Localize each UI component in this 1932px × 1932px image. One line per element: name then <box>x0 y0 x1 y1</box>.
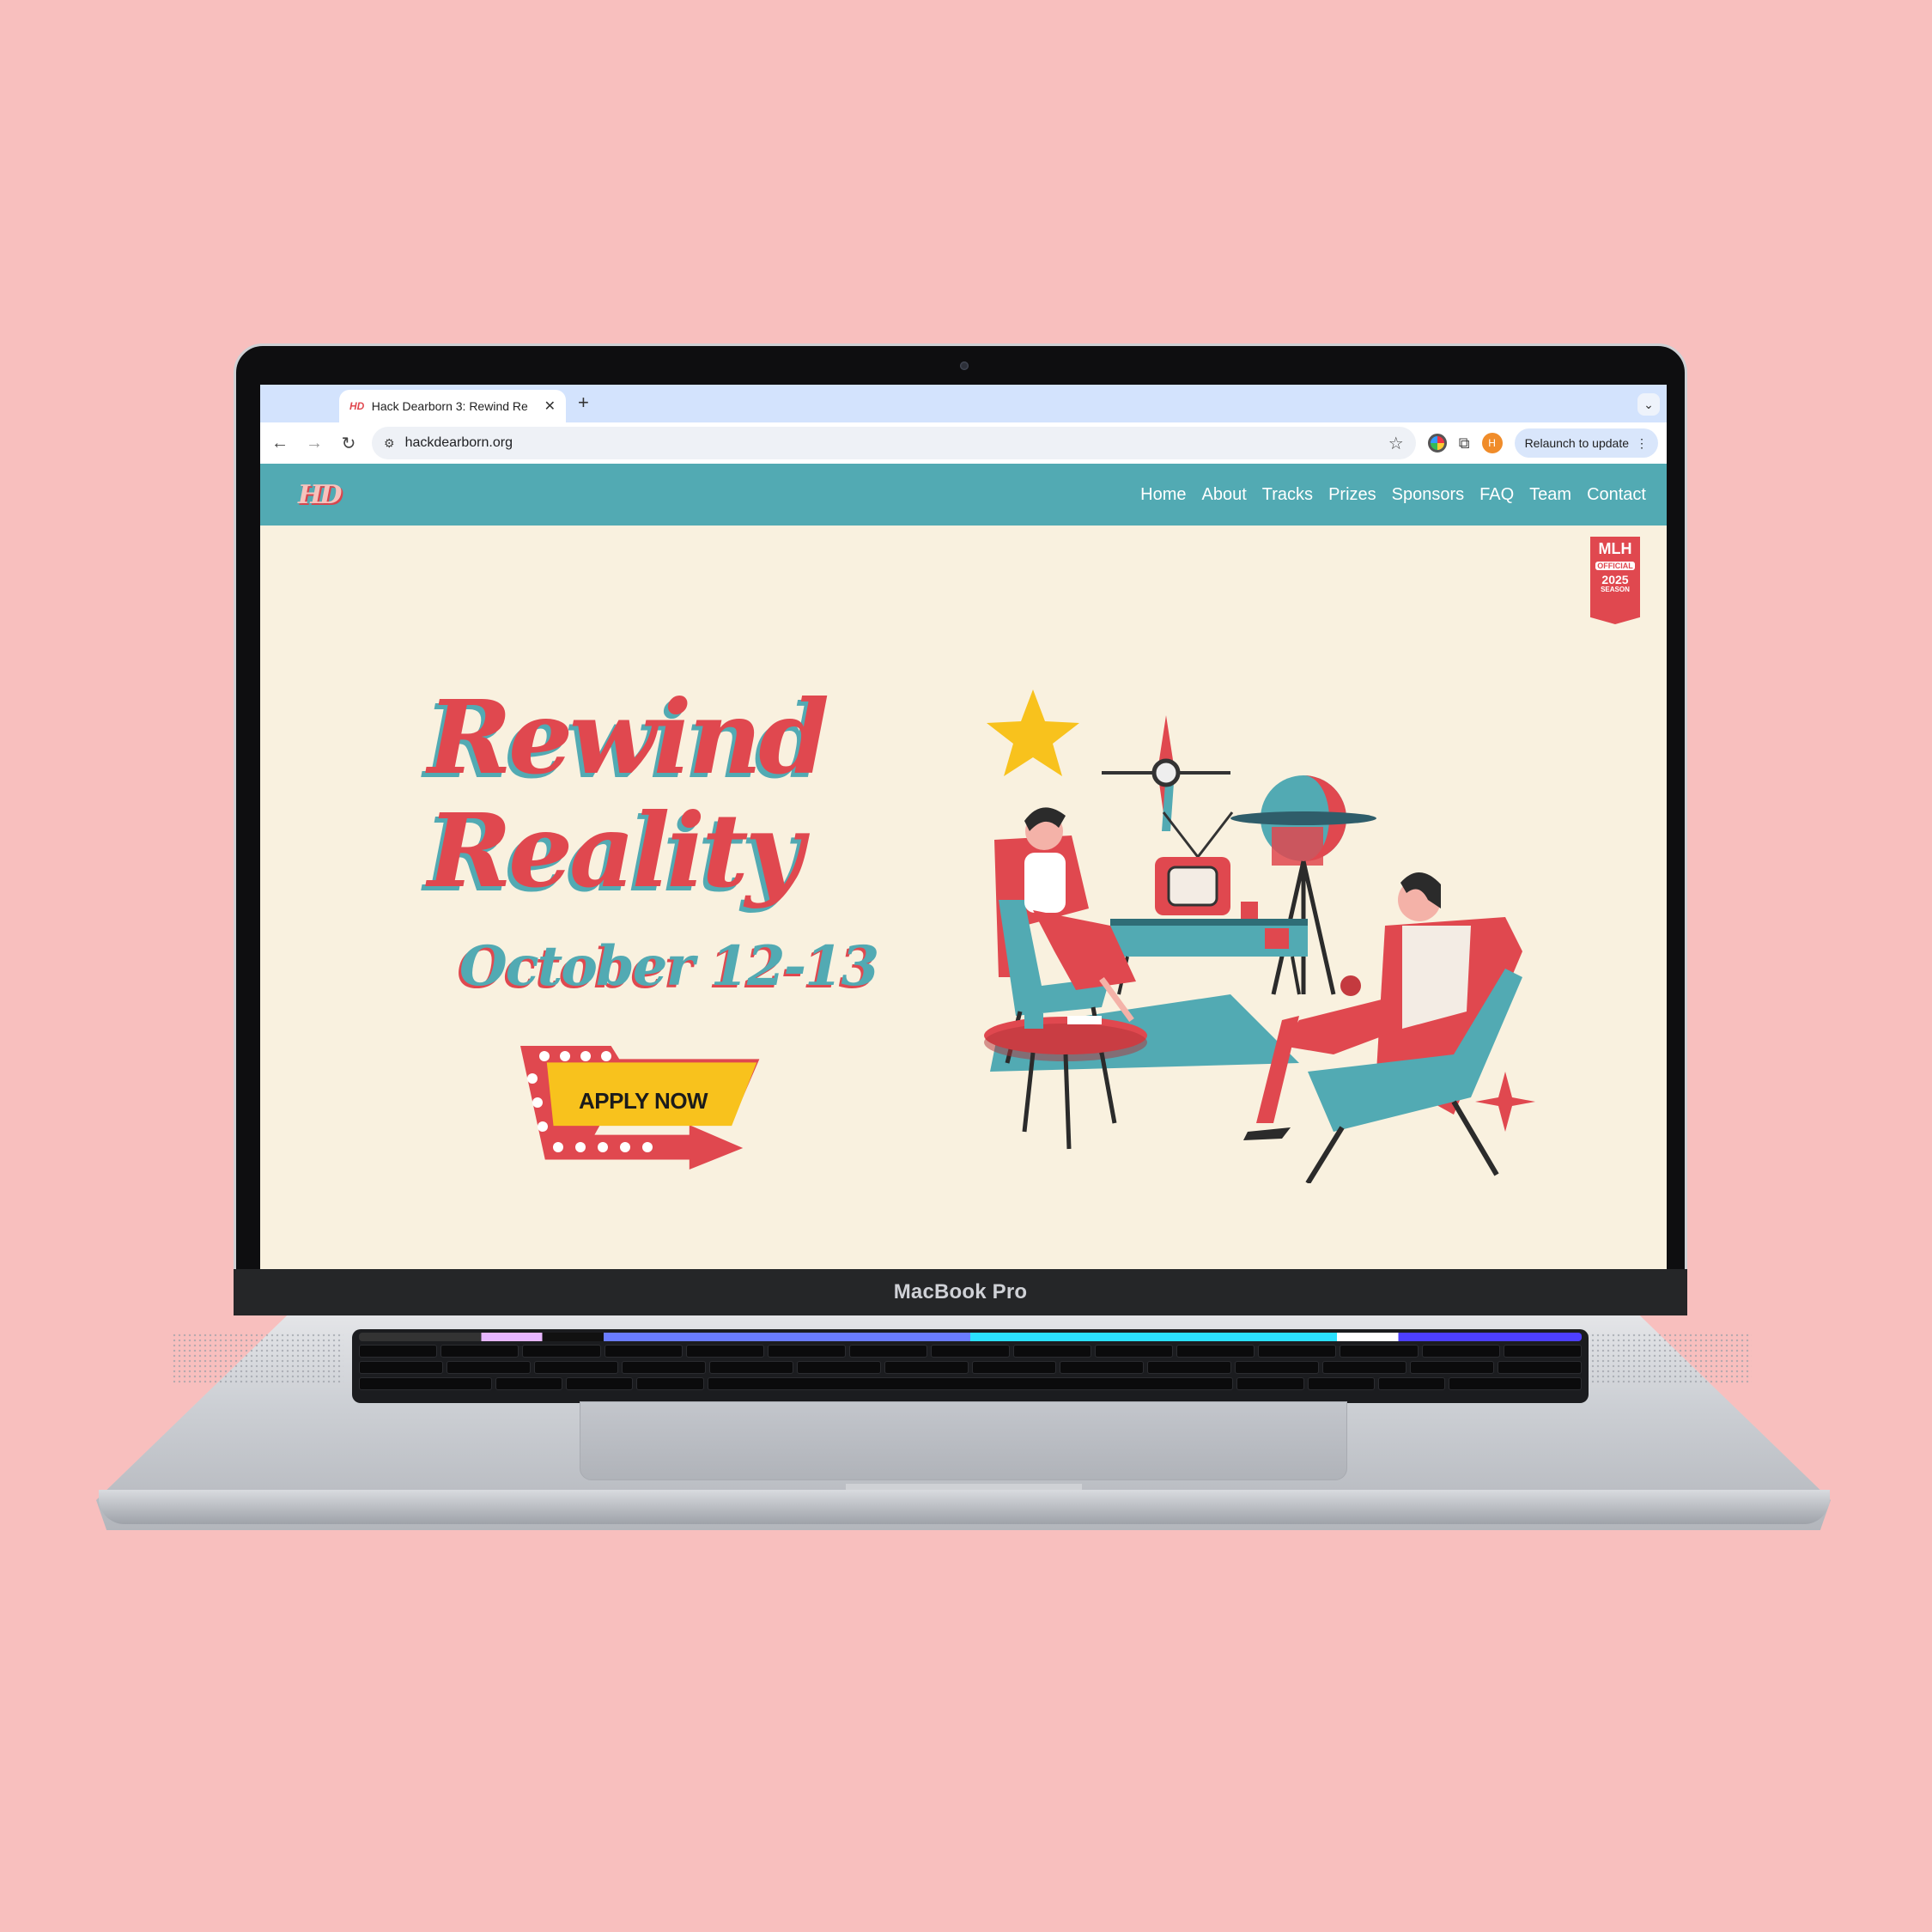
tab-title: Hack Dearborn 3: Rewind Re <box>371 399 528 413</box>
laptop-base-edge <box>99 1490 1830 1524</box>
trackpad <box>580 1401 1347 1480</box>
laptop-chin: MacBook Pro <box>234 1269 1687 1315</box>
toolbar: ← → ↻ ⚙ hackdearborn.org ☆ ⧉ H Relaunch … <box>260 422 1667 464</box>
tab-search-button[interactable]: ⌄ <box>1637 393 1660 416</box>
nav-links: Home About Tracks Prizes Sponsors FAQ Te… <box>1140 485 1646 505</box>
hero-title: Rewind Reality <box>428 681 908 908</box>
bookmark-star-icon[interactable]: ☆ <box>1388 433 1404 454</box>
tab-active[interactable]: HD Hack Dearborn 3: Rewind Re ✕ <box>339 390 566 422</box>
new-tab-button[interactable]: + <box>578 392 589 414</box>
globe-lamp-icon <box>1230 775 1376 995</box>
webcam <box>960 361 969 370</box>
touch-bar <box>359 1333 1582 1341</box>
left-speaker-grille <box>172 1333 343 1384</box>
keyboard <box>352 1329 1589 1403</box>
model-label: MacBook Pro <box>893 1280 1028 1303</box>
retro-living-room-illustration <box>984 690 1535 1183</box>
relaunch-label: Relaunch to update <box>1524 436 1629 450</box>
relaunch-button[interactable]: Relaunch to update ⋮ <box>1514 428 1658 458</box>
site-info-icon[interactable]: ⚙ <box>384 436 395 451</box>
close-icon[interactable]: ✕ <box>544 398 556 415</box>
nav-team[interactable]: Team <box>1529 485 1571 505</box>
extensions-puzzle-icon[interactable]: ⧉ <box>1459 434 1470 453</box>
site-logo[interactable]: HD <box>298 480 342 510</box>
coffee-table-icon <box>984 1013 1147 1150</box>
mlh-badge-year: 2025 <box>1601 573 1629 586</box>
reload-button[interactable]: ↻ <box>337 433 360 454</box>
back-button[interactable]: ← <box>269 434 291 453</box>
nav-about[interactable]: About <box>1202 485 1247 505</box>
nav-tracks[interactable]: Tracks <box>1262 485 1313 505</box>
nav-home[interactable]: Home <box>1140 485 1186 505</box>
mlh-badge[interactable]: MLH OFFICIAL 2025 SEASON <box>1590 537 1640 624</box>
url-text[interactable]: hackdearborn.org <box>405 435 1378 451</box>
hero-date: October 12-13 <box>459 934 879 999</box>
extension-icon[interactable] <box>1427 434 1447 453</box>
mlh-badge-official: OFFICIAL <box>1595 562 1635 570</box>
apply-now-label: APPLY NOW <box>579 1088 708 1114</box>
hero-title-line2: Reality <box>428 791 804 910</box>
nav-faq[interactable]: FAQ <box>1479 485 1514 505</box>
site-navbar: HD Home About Tracks Prizes Sponsors FAQ… <box>260 464 1667 526</box>
nav-contact[interactable]: Contact <box>1587 485 1646 505</box>
forward-button[interactable]: → <box>303 434 325 453</box>
mlh-badge-season: SEASON <box>1601 586 1630 593</box>
tab-bar: HD Hack Dearborn 3: Rewind Re ✕ + ⌄ <box>260 385 1667 422</box>
mlh-badge-title: MLH <box>1598 540 1632 557</box>
profile-avatar[interactable]: H <box>1481 433 1503 453</box>
apply-now-button[interactable]: APPLY NOW <box>520 1046 761 1175</box>
favicon-icon: HD <box>349 400 365 412</box>
right-speaker-grille <box>1580 1333 1752 1384</box>
address-bar[interactable]: ⚙ hackdearborn.org ☆ <box>372 427 1416 459</box>
nav-sponsors[interactable]: Sponsors <box>1392 485 1465 505</box>
kebab-menu-icon[interactable]: ⋮ <box>1636 436 1648 451</box>
browser-window: HD Hack Dearborn 3: Rewind Re ✕ + ⌄ ← → … <box>260 385 1667 1269</box>
nav-prizes[interactable]: Prizes <box>1328 485 1376 505</box>
hero-title-line1: Rewind <box>428 677 829 797</box>
